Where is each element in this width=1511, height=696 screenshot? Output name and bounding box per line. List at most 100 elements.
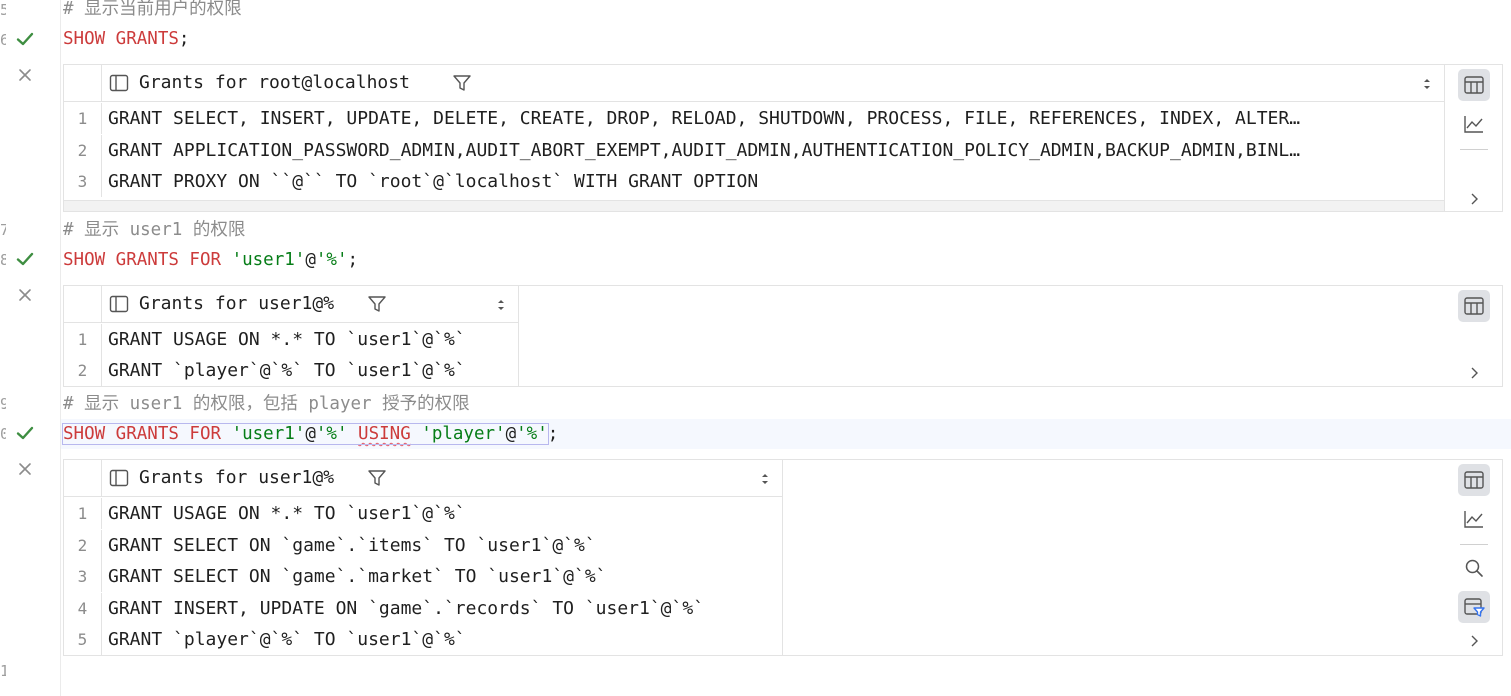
grid-header: Grants for user1@% — [64, 286, 518, 323]
table-row[interactable]: 3 GRANT PROXY ON ``@`` TO `root`@`localh… — [64, 166, 1444, 197]
comment-marker: # — [63, 0, 85, 19]
comment-marker: # — [63, 394, 85, 414]
cell-value[interactable]: GRANT SELECT ON `game`.`market` TO `user… — [108, 561, 768, 592]
view-toolbar — [1446, 460, 1502, 655]
sort-icon[interactable] — [1422, 77, 1432, 91]
sql-statement[interactable]: SHOW GRANTS; — [63, 24, 189, 54]
table-row[interactable]: 1 GRANT SELECT, INSERT, UPDATE, DELETE, … — [64, 103, 1444, 134]
sql-string: '%' — [315, 424, 348, 444]
result-grid[interactable]: Grants for user1@% 1 GRANT USAGE ON *.* … — [64, 460, 783, 655]
sql-keyword-error: USING — [358, 424, 411, 444]
funnel-icon[interactable] — [367, 469, 387, 487]
table-icon — [1464, 297, 1484, 315]
sql-terminator: ; — [547, 424, 559, 444]
filter-panel-button[interactable] — [1458, 591, 1490, 623]
column-header[interactable]: Grants for user1@% — [139, 286, 334, 322]
cell-value[interactable]: GRANT INSERT, UPDATE ON `game`.`records`… — [108, 593, 768, 624]
sort-icon[interactable] — [496, 298, 506, 312]
search-button[interactable] — [1458, 552, 1490, 584]
code-comment[interactable]: # 显示当前用户的权限 — [63, 0, 242, 24]
cell-value[interactable]: GRANT SELECT, INSERT, UPDATE, DELETE, CR… — [108, 103, 1430, 134]
cell-value[interactable]: GRANT USAGE ON *.* TO `user1`@`%` — [108, 324, 504, 355]
cell-value[interactable]: GRANT SELECT ON `game`.`items` TO `user1… — [108, 530, 768, 561]
line-number: 7 — [0, 221, 6, 239]
cell-value[interactable]: GRANT PROXY ON ``@`` TO `root`@`localhos… — [108, 166, 1430, 197]
chevron-right-icon[interactable] — [1466, 365, 1482, 381]
sql-keyword: SHOW GRANTS FOR — [63, 250, 232, 270]
table-row[interactable]: 2 GRANT APPLICATION_PASSWORD_ADMIN,AUDIT… — [64, 135, 1444, 166]
column-icon — [109, 295, 129, 313]
column-header[interactable]: Grants for root@localhost — [139, 65, 410, 101]
table-row[interactable]: 2 GRANT SELECT ON `game`.`items` TO `use… — [64, 530, 782, 561]
table-row[interactable]: 2 GRANT `player`@`%` TO `user1`@`%` — [64, 355, 518, 386]
row-index: 2 — [64, 135, 102, 166]
check-icon — [16, 426, 34, 440]
sql-statement[interactable]: SHOW GRANTS FOR 'user1' @ '%' USING 'playe… — [62, 419, 559, 449]
table-row[interactable]: 5 GRANT `player`@`%` TO `user1`@`%` — [64, 624, 782, 655]
sql-space — [348, 424, 359, 444]
cell-value[interactable]: GRANT `player`@`%` TO `user1`@`%` — [108, 624, 768, 655]
table-view-button[interactable] — [1458, 290, 1490, 322]
row-index-header — [64, 65, 102, 101]
sql-string: 'user1' — [231, 424, 306, 444]
sql-terminator: ; — [347, 250, 359, 270]
chart-icon — [1464, 511, 1483, 528]
sort-icon[interactable] — [760, 472, 770, 486]
row-index: 2 — [64, 530, 102, 561]
table-row[interactable]: 1 GRANT USAGE ON *.* TO `user1`@`%` — [64, 498, 782, 529]
row-index: 1 — [64, 498, 102, 529]
close-icon[interactable] — [14, 64, 36, 86]
selected-text: SHOW GRANTS FOR 'user1' @ '%' USING 'playe… — [62, 423, 549, 445]
line-number: 9 — [0, 395, 6, 413]
result-panel-1: Grants for root@localhost 1 GRANT SELECT… — [63, 64, 1503, 212]
code-comment[interactable]: # 显示 user1 的权限 — [63, 215, 245, 245]
cell-value[interactable]: GRANT USAGE ON *.* TO `user1`@`%` — [108, 498, 768, 529]
column-icon — [109, 469, 129, 487]
table-view-button[interactable] — [1458, 69, 1490, 101]
horizontal-scrollbar[interactable] — [64, 200, 1444, 211]
comment-text: 显示当前用户的权限 — [84, 0, 242, 19]
comment-marker: # — [63, 220, 85, 240]
row-index: 5 — [64, 624, 102, 655]
result-grid[interactable]: Grants for root@localhost 1 GRANT SELECT… — [64, 65, 1445, 211]
check-icon — [16, 252, 34, 266]
toolbar-divider — [1460, 544, 1488, 545]
row-index: 3 — [64, 166, 102, 197]
column-icon — [109, 74, 129, 92]
line-number: 0 — [0, 425, 6, 443]
code-comment[interactable]: # 显示 user1 的权限，包括 player 授予的权限 — [63, 389, 470, 419]
chart-view-button[interactable] — [1458, 108, 1490, 140]
close-icon[interactable] — [14, 458, 36, 480]
funnel-icon[interactable] — [367, 295, 387, 313]
cell-value[interactable]: GRANT `player`@`%` TO `user1`@`%` — [108, 355, 504, 386]
chevron-right-icon[interactable] — [1466, 191, 1482, 207]
table-row[interactable]: 3 GRANT SELECT ON `game`.`market` TO `us… — [64, 561, 782, 592]
grid-header: Grants for user1@% — [64, 460, 782, 497]
view-toolbar — [1446, 65, 1502, 211]
check-icon — [16, 32, 34, 46]
row-index: 3 — [64, 561, 102, 592]
sql-statement[interactable]: SHOW GRANTS FOR 'user1'@'%'; — [63, 245, 358, 275]
result-grid[interactable]: Grants for user1@% 1 GRANT USAGE ON *.* … — [64, 286, 519, 386]
search-icon — [1465, 559, 1483, 577]
line-number: 5 — [0, 1, 6, 19]
cell-value[interactable]: GRANT APPLICATION_PASSWORD_ADMIN,AUDIT_A… — [108, 135, 1430, 166]
chevron-right-icon[interactable] — [1466, 633, 1482, 649]
sql-keyword: SHOW GRANTS FOR — [63, 424, 232, 444]
sql-string: 'player' — [421, 424, 506, 444]
funnel-icon[interactable] — [452, 74, 472, 92]
table-view-button[interactable] — [1458, 464, 1490, 496]
row-index: 1 — [64, 324, 102, 355]
column-header[interactable]: Grants for user1@% — [139, 460, 334, 496]
table-row[interactable]: 4 GRANT INSERT, UPDATE ON `game`.`record… — [64, 593, 782, 624]
chart-view-button[interactable] — [1458, 503, 1490, 535]
sql-at-sign: @ — [505, 424, 517, 444]
toolbar-divider — [1460, 149, 1488, 150]
table-icon — [1464, 471, 1484, 489]
row-index-header — [64, 460, 102, 496]
sql-string: 'user1' — [231, 250, 306, 270]
close-icon[interactable] — [14, 284, 36, 306]
table-row[interactable]: 1 GRANT USAGE ON *.* TO `user1`@`%` — [64, 324, 518, 355]
comment-text: 显示 user1 的权限，包括 player 授予的权限 — [84, 394, 470, 414]
sql-string: '%' — [315, 250, 348, 270]
